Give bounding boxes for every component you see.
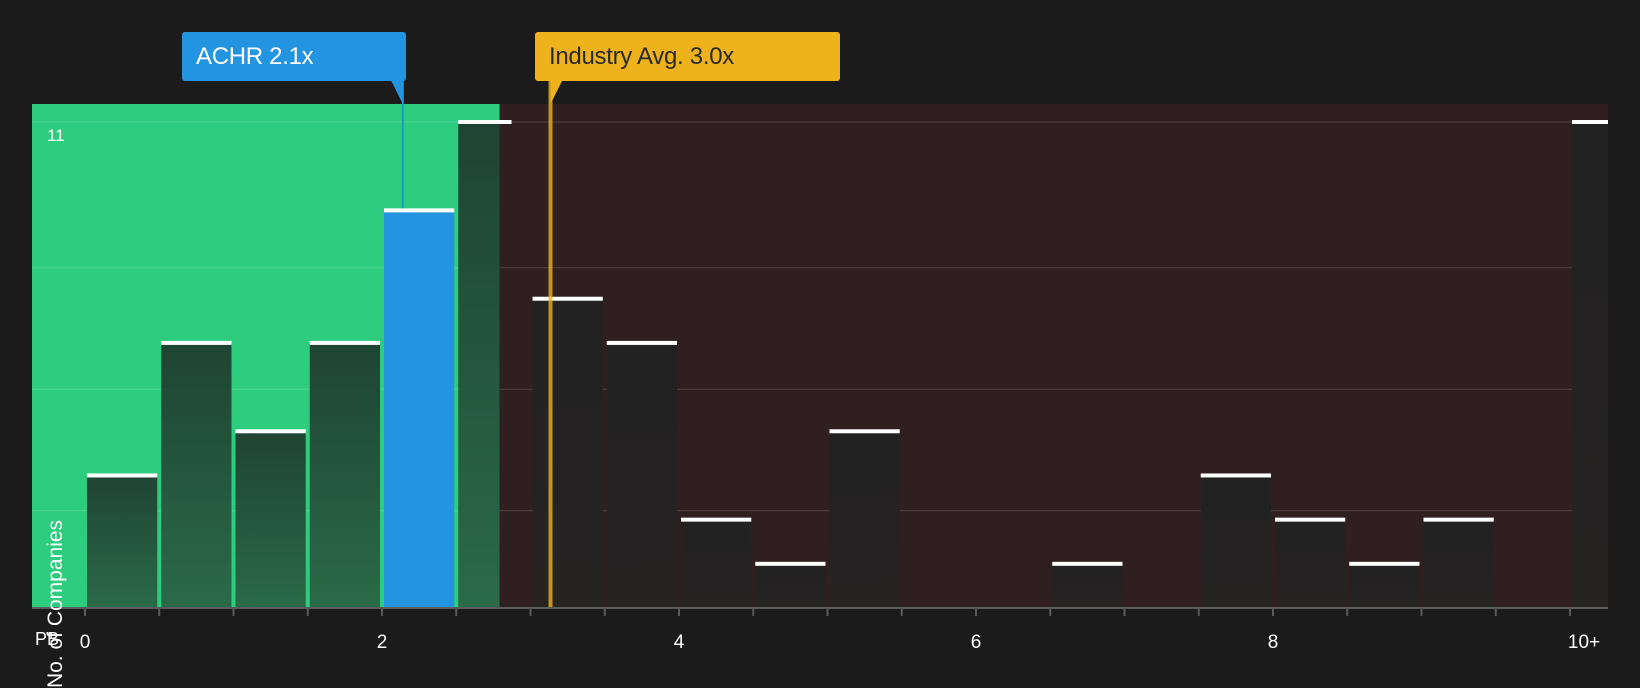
- bar-17: [1349, 563, 1420, 608]
- bar-cap-1: [161, 340, 232, 345]
- bar-cap-2: [235, 429, 306, 434]
- bar-cap-8: [681, 517, 752, 522]
- company-marker-tail: [390, 80, 403, 104]
- bar-cap-13: [1052, 561, 1123, 566]
- bar-1: [161, 342, 232, 608]
- chart-canvas: 0 2 4 6 8 10+: [32, 80, 1608, 653]
- bar-cap-0: [87, 473, 158, 478]
- pb-histogram-chart: 0 2 4 6 8 10+ ACHR 2.1x Industry Avg. 3.0x No…: [0, 0, 1640, 688]
- bar-2: [235, 431, 306, 608]
- bar-cap-7: [606, 340, 677, 345]
- x-tick-label-4: 8: [1268, 632, 1279, 650]
- company-callout: ACHR 2.1x: [182, 32, 406, 81]
- bar-cap-10: [829, 429, 900, 434]
- bar-cap-15: [1200, 473, 1271, 478]
- x-axis-prefix: PB: [35, 629, 60, 649]
- y-axis-label: No. of Companies: [44, 519, 67, 688]
- bar-13: [1052, 563, 1123, 608]
- x-tick-label-3: 6: [971, 632, 982, 650]
- bar-cap-6: [532, 296, 603, 301]
- bar-18: [1423, 519, 1494, 608]
- x-tick-label-0: 0: [80, 632, 91, 650]
- bar-20: [1572, 122, 1608, 608]
- bar-cap-5: [458, 120, 512, 124]
- bar-5: [458, 122, 500, 608]
- bar-cap-20: [1572, 120, 1608, 124]
- industry-marker-line: [548, 80, 553, 608]
- bar-cap-4: [384, 208, 455, 213]
- bar-10: [829, 431, 900, 608]
- bar-6: [532, 298, 603, 608]
- bar-0: [87, 475, 158, 608]
- bar-15: [1200, 475, 1271, 608]
- bar-3: [309, 342, 380, 608]
- bar-4: [384, 210, 455, 608]
- x-tick-label-5: 10+: [1568, 632, 1600, 650]
- bar-cap-3: [309, 340, 380, 345]
- bar-cap-9: [755, 561, 826, 566]
- industry-avg-callout: Industry Avg. 3.0x: [535, 32, 840, 81]
- bar-9: [755, 563, 826, 608]
- x-tick-label-2: 4: [674, 632, 685, 650]
- bar-7: [606, 342, 677, 608]
- bar-cap-16: [1275, 517, 1346, 522]
- bar-8: [681, 519, 752, 608]
- industry-marker-tail: [550, 80, 563, 104]
- bar-cap-17: [1349, 561, 1420, 566]
- x-tick-label-1: 2: [377, 632, 388, 650]
- bar-cap-18: [1423, 517, 1494, 522]
- bar-16: [1275, 519, 1346, 608]
- y-max-label: 11: [47, 126, 65, 145]
